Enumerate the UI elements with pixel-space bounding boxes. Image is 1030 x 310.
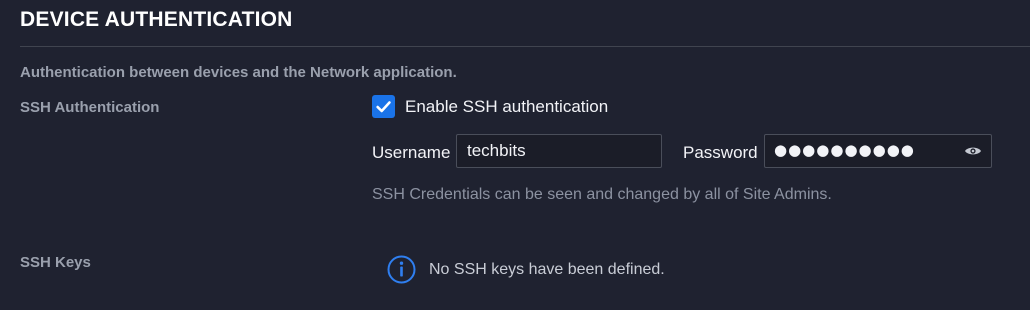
ssh-keys-label: SSH Keys <box>20 254 91 271</box>
enable-ssh-checkbox[interactable] <box>372 95 395 118</box>
username-label: Username <box>372 143 451 162</box>
no-ssh-keys-message: No SSH keys have been defined. <box>429 261 665 278</box>
password-masked-value: ●●●●●●●●●● <box>774 141 915 159</box>
ssh-credentials-helper-text: SSH Credentials can be seen and changed … <box>372 186 832 203</box>
section-divider <box>20 46 1030 47</box>
password-input[interactable]: ●●●●●●●●●● <box>764 134 992 168</box>
section-title: DEVICE AUTHENTICATION <box>20 8 293 31</box>
info-circle-icon <box>387 255 416 284</box>
eye-icon[interactable] <box>964 144 982 158</box>
section-description: Authentication between devices and the N… <box>20 64 457 81</box>
username-input[interactable] <box>456 134 662 168</box>
password-label: Password <box>683 143 758 162</box>
ssh-authentication-label: SSH Authentication <box>20 99 160 116</box>
enable-ssh-label[interactable]: Enable SSH authentication <box>405 97 608 117</box>
checkmark-icon <box>376 101 391 113</box>
